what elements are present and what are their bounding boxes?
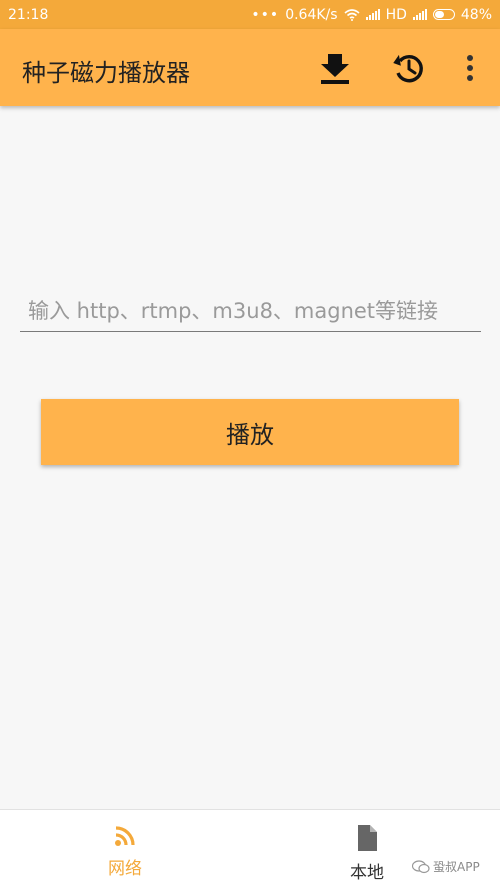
history-icon[interactable]	[391, 51, 425, 85]
more-vert-icon[interactable]	[458, 51, 482, 85]
wifi-icon	[344, 8, 360, 21]
status-time: 21:18	[8, 6, 49, 23]
tab-local[interactable]: 本地	[242, 810, 492, 889]
play-button[interactable]: 播放	[41, 399, 459, 465]
net-speed: 0.64K/s	[285, 6, 338, 23]
watermark-text: 蛩叔APP	[433, 860, 480, 874]
signal-icon-2	[412, 9, 427, 20]
bottom-nav: 网络 本地	[0, 809, 500, 889]
download-icon[interactable]	[318, 51, 352, 85]
rss-feed-icon	[115, 826, 135, 846]
battery-level: 48%	[460, 6, 492, 23]
app-bar: 种子磁力播放器	[0, 29, 500, 106]
wechat-icon	[412, 859, 430, 873]
url-input[interactable]	[20, 290, 481, 331]
file-icon	[358, 825, 377, 851]
status-bar: 21:18 ••• 0.64K/s HD 48%	[0, 0, 500, 29]
app-title: 种子磁力播放器	[22, 59, 190, 87]
tab-network-label: 网络	[108, 859, 142, 879]
battery-icon	[432, 9, 455, 20]
watermark: 蛩叔APP	[412, 858, 480, 875]
tab-local-label: 本地	[350, 863, 384, 883]
url-input-container	[20, 290, 481, 332]
status-right: ••• 0.64K/s HD 48%	[251, 7, 492, 23]
tab-network[interactable]: 网络	[0, 810, 250, 889]
signal-icon	[365, 9, 380, 20]
network-type: HD	[385, 6, 407, 23]
status-dots: •••	[251, 6, 280, 23]
